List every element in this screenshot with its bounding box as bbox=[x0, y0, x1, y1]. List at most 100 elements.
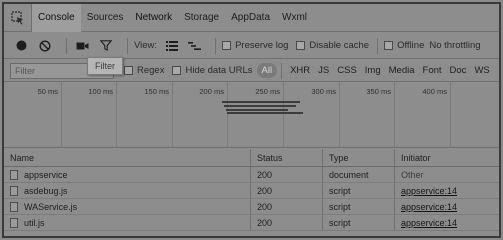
tab-appdata[interactable]: AppData bbox=[225, 4, 276, 32]
request-name: util.js bbox=[24, 217, 45, 228]
list-view-icon bbox=[166, 40, 179, 51]
type-cell: script bbox=[323, 183, 395, 198]
timeline-overview[interactable]: 50 ms 100 ms 150 ms 200 ms 250 ms 300 ms… bbox=[4, 82, 499, 148]
request-name: WAService.js bbox=[24, 201, 78, 212]
waterfall-icon bbox=[187, 41, 201, 50]
clear-button[interactable] bbox=[36, 37, 54, 55]
toolbar-divider bbox=[66, 37, 67, 54]
offline-checkbox[interactable]: Offline bbox=[384, 40, 424, 51]
preserve-log-checkbox[interactable]: Preserve log bbox=[222, 40, 288, 51]
hide-data-urls-checkbox[interactable]: Hide data URLs bbox=[172, 65, 253, 76]
type-filter-font[interactable]: Font bbox=[419, 65, 446, 76]
initiator-cell: appservice:14 bbox=[395, 199, 499, 214]
filter-bar: Regex Hide data URLs All XHR JS CSS Img … bbox=[4, 60, 499, 82]
inspect-cursor-icon bbox=[10, 10, 23, 24]
initiator-link[interactable]: appservice:14 bbox=[401, 202, 457, 212]
hide-data-urls-label: Hide data URLs bbox=[185, 65, 253, 76]
overview-toggle[interactable] bbox=[185, 37, 203, 55]
toolbar-divider bbox=[215, 37, 217, 54]
table-row[interactable]: asdebug.js 200 script appservice:14 bbox=[4, 183, 499, 199]
capture-screenshots-button[interactable] bbox=[73, 37, 91, 55]
type-filter-js[interactable]: JS bbox=[314, 65, 333, 76]
toolbar-divider bbox=[281, 62, 283, 79]
disable-cache-label: Disable cache bbox=[309, 40, 370, 51]
requests-table: Name Status Type Initiator appservice 20… bbox=[4, 149, 499, 231]
tab-network[interactable]: Network bbox=[129, 4, 178, 32]
column-header-initiator[interactable]: Initiator bbox=[395, 149, 499, 166]
initiator-cell: appservice:14 bbox=[395, 183, 499, 198]
tick-label: 50 ms bbox=[37, 87, 58, 96]
filter-toggle-button[interactable] bbox=[97, 37, 115, 55]
grid-line bbox=[116, 82, 117, 148]
type-filter-doc[interactable]: Doc bbox=[446, 65, 471, 76]
record-icon bbox=[16, 40, 26, 51]
status-cell: 200 bbox=[251, 215, 323, 230]
column-header-type[interactable]: Type bbox=[323, 149, 395, 166]
tab-storage[interactable]: Storage bbox=[178, 4, 225, 32]
funnel-icon bbox=[100, 40, 112, 51]
status-cell: 200 bbox=[251, 167, 323, 182]
type-filter-media[interactable]: Media bbox=[385, 65, 419, 76]
preserve-log-label: Preserve log bbox=[235, 40, 289, 51]
request-bar bbox=[227, 112, 303, 114]
table-row[interactable]: util.js 200 script appservice:14 bbox=[4, 215, 499, 231]
network-toolbar: View: Preserve log Disable cache Offline… bbox=[4, 33, 499, 59]
tab-wxml[interactable]: Wxml bbox=[276, 4, 313, 32]
regex-checkbox[interactable]: Regex bbox=[124, 65, 164, 76]
request-bar bbox=[226, 109, 288, 111]
table-row[interactable]: appservice 200 document Other bbox=[4, 167, 499, 183]
type-filter-ws[interactable]: WS bbox=[470, 65, 493, 76]
initiator-link[interactable]: appservice:14 bbox=[401, 186, 457, 196]
type-filter-css[interactable]: CSS bbox=[333, 65, 361, 76]
disable-cache-checkbox[interactable]: Disable cache bbox=[296, 40, 369, 51]
inspect-element-button[interactable] bbox=[4, 4, 32, 32]
type-cell: document bbox=[323, 167, 395, 182]
tick-label: 300 ms bbox=[311, 87, 336, 96]
grid-line bbox=[227, 82, 228, 148]
type-filter-xhr[interactable]: XHR bbox=[286, 65, 314, 76]
grid-line bbox=[61, 82, 62, 148]
throttling-select[interactable]: No throttling bbox=[429, 40, 480, 51]
tick-label: 150 ms bbox=[144, 87, 169, 96]
initiator-cell: appservice:14 bbox=[395, 215, 499, 230]
checkbox-box[interactable] bbox=[222, 41, 232, 50]
type-filter-all[interactable]: All bbox=[256, 63, 278, 78]
name-cell: util.js bbox=[4, 215, 251, 230]
request-bar bbox=[224, 105, 296, 107]
request-name: appservice bbox=[24, 169, 68, 180]
type-cell: script bbox=[323, 215, 395, 230]
record-button[interactable] bbox=[12, 37, 30, 55]
filter-tooltip: Filter bbox=[87, 57, 123, 75]
grid-line bbox=[283, 82, 284, 148]
initiator-link[interactable]: appservice:14 bbox=[401, 218, 457, 228]
checkbox-box[interactable] bbox=[124, 66, 133, 75]
tick-label: 200 ms bbox=[199, 87, 224, 96]
video-camera-icon bbox=[76, 42, 88, 49]
request-bar bbox=[222, 101, 300, 103]
checkbox-box[interactable] bbox=[172, 66, 182, 75]
script-file-icon bbox=[10, 201, 18, 212]
offline-label: Offline bbox=[397, 40, 425, 51]
request-name: asdebug.js bbox=[24, 185, 68, 196]
grid-line bbox=[172, 82, 173, 148]
table-row[interactable]: WAService.js 200 script appservice:14 bbox=[4, 199, 499, 215]
tab-sources[interactable]: Sources bbox=[81, 4, 130, 32]
regex-label: Regex bbox=[137, 65, 165, 76]
name-cell: asdebug.js bbox=[4, 183, 251, 198]
column-header-name[interactable]: Name bbox=[4, 149, 251, 166]
type-filter-img[interactable]: Img bbox=[361, 65, 385, 76]
status-cell: 200 bbox=[251, 199, 323, 214]
column-header-status[interactable]: Status bbox=[251, 149, 323, 166]
clear-icon bbox=[39, 39, 51, 52]
view-label: View: bbox=[134, 40, 158, 51]
large-rows-toggle[interactable] bbox=[163, 37, 181, 55]
toolbar-divider bbox=[127, 37, 128, 54]
script-file-icon bbox=[10, 185, 18, 196]
toolbar-divider bbox=[377, 37, 379, 54]
checkbox-box[interactable] bbox=[296, 41, 306, 50]
grid-line bbox=[339, 82, 340, 148]
tick-label: 400 ms bbox=[422, 87, 447, 96]
checkbox-box[interactable] bbox=[384, 41, 394, 50]
tab-console[interactable]: Console bbox=[32, 4, 81, 32]
name-cell: appservice bbox=[4, 167, 251, 182]
